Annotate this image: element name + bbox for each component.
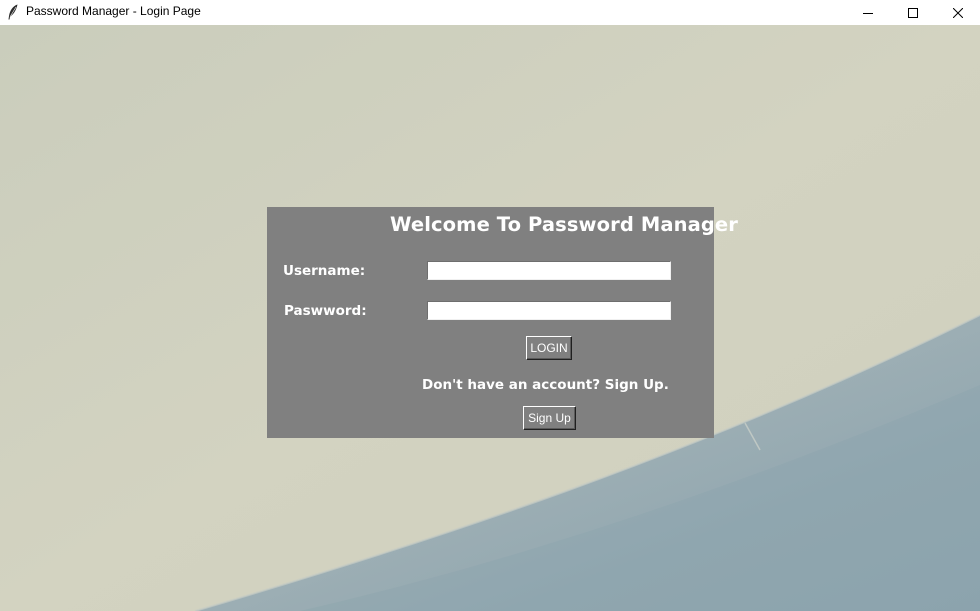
window-title: Password Manager - Login Page [26, 4, 201, 18]
login-button[interactable]: LOGIN [526, 336, 572, 360]
maximize-button[interactable] [890, 0, 936, 25]
minimize-icon [863, 8, 873, 18]
close-icon [953, 7, 963, 18]
username-label: Username: [283, 263, 366, 279]
app-window: Password Manager - Login Page Welcome To… [0, 0, 980, 611]
title-bar[interactable]: Password Manager - Login Page [0, 0, 980, 25]
signup-prompt: Don't have an account? Sign Up. [422, 377, 669, 393]
minimize-button[interactable] [845, 0, 891, 25]
password-label: Paswword: [284, 303, 367, 319]
maximize-icon [908, 7, 918, 18]
username-input[interactable] [427, 261, 671, 280]
feather-icon [7, 4, 19, 20]
close-button[interactable] [935, 0, 980, 25]
login-panel: Welcome To Password Manager Username: Pa… [267, 207, 738, 438]
welcome-title: Welcome To Password Manager [390, 213, 738, 236]
password-input[interactable] [427, 301, 671, 320]
signup-button[interactable]: Sign Up [523, 406, 576, 430]
